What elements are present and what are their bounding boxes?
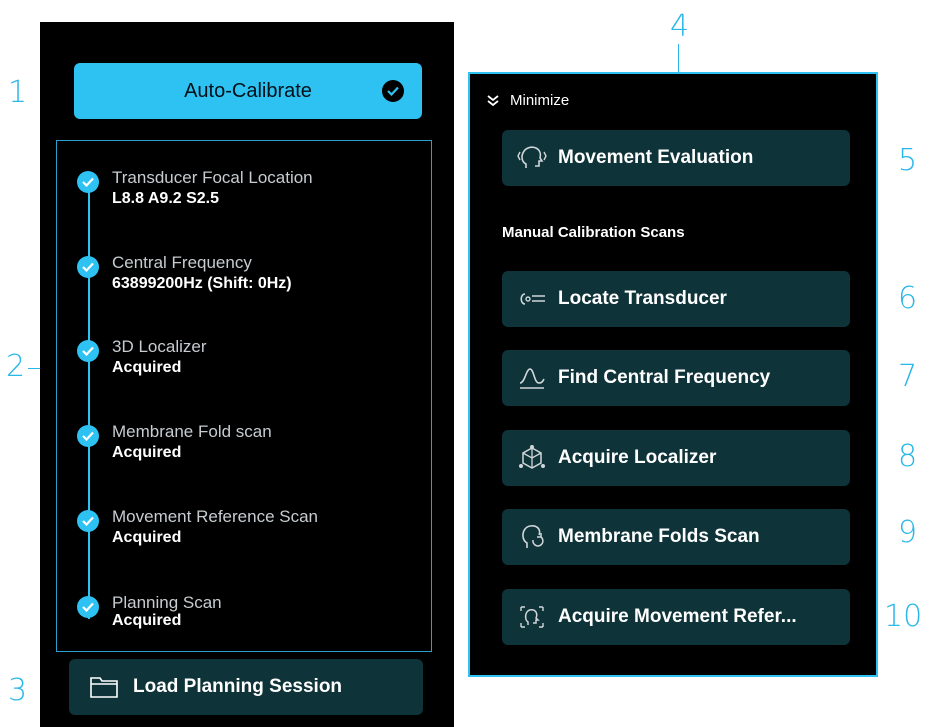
step-title: Membrane Fold scan: [112, 422, 272, 441]
timeline-line: [88, 179, 90, 619]
manual-calibration-scans-heading: Manual Calibration Scans: [502, 224, 685, 241]
auto-calibrate-label: Auto-Calibrate: [184, 79, 312, 102]
callout-4-line: [678, 44, 679, 72]
step-check-icon: [77, 425, 99, 447]
step-value: Acquired: [112, 529, 182, 546]
frequency-curve-icon: [512, 365, 552, 391]
callout-10: 10: [884, 599, 923, 634]
acquire-localizer-button[interactable]: Acquire Localizer: [502, 430, 850, 486]
head-motion-icon: [512, 144, 552, 172]
callout-3: 3: [8, 673, 28, 708]
callout-2: 2: [6, 349, 26, 384]
step-value: Acquired: [112, 444, 182, 461]
transducer-icon: [512, 290, 552, 308]
head-refresh-icon: [512, 523, 552, 551]
callout-5: 5: [898, 143, 918, 178]
minimize-label: Minimize: [510, 92, 570, 109]
find-central-frequency-button[interactable]: Find Central Frequency: [502, 350, 850, 406]
callout-7: 7: [898, 359, 918, 394]
callout-6: 6: [898, 281, 918, 316]
acquire-localizer-label: Acquire Localizer: [558, 447, 717, 468]
auto-calibration-panel: Auto-Calibrate Transducer Focal Location…: [40, 22, 454, 727]
locate-transducer-button[interactable]: Locate Transducer: [502, 271, 850, 327]
step-title: Planning Scan: [112, 593, 222, 612]
step-check-icon: [77, 171, 99, 193]
movement-evaluation-button[interactable]: Movement Evaluation: [502, 130, 850, 186]
membrane-folds-scan-button[interactable]: Membrane Folds Scan: [502, 509, 850, 565]
step-check-icon: [77, 340, 99, 362]
callout-4: 4: [670, 9, 690, 44]
manual-calibration-panel: Minimize Movement Evaluation Manual Cali…: [468, 72, 878, 677]
callout-8: 8: [898, 439, 918, 474]
auto-calibrate-button[interactable]: Auto-Calibrate: [74, 63, 422, 119]
step-value: Acquired: [112, 612, 182, 629]
step-check-icon: [77, 510, 99, 532]
calibration-steps-list: Transducer Focal Location L8.8 A9.2 S2.5…: [56, 140, 432, 652]
find-central-frequency-label: Find Central Frequency: [558, 367, 771, 388]
minimize-button[interactable]: Minimize: [486, 92, 569, 109]
step-value: Acquired: [112, 359, 182, 376]
check-circle-icon: [382, 80, 404, 102]
step-title: Central Frequency: [112, 253, 252, 272]
folder-icon: [90, 677, 118, 698]
step-value: L8.8 A9.2 S2.5: [112, 190, 220, 207]
cube-axes-icon: [512, 444, 552, 472]
step-check-icon: [77, 596, 99, 618]
step-title: Movement Reference Scan: [112, 507, 318, 526]
movement-evaluation-label: Movement Evaluation: [558, 147, 754, 168]
step-title: Transducer Focal Location: [112, 168, 313, 187]
double-chevron-down-icon: [487, 94, 499, 106]
membrane-folds-scan-label: Membrane Folds Scan: [558, 526, 760, 547]
step-title: 3D Localizer: [112, 337, 207, 356]
step-value: 63899200Hz (Shift: 0Hz): [112, 275, 292, 292]
load-planning-session-button[interactable]: Load Planning Session: [69, 659, 423, 715]
acquire-movement-reference-label: Acquire Movement Refer...: [558, 606, 797, 627]
acquire-movement-reference-button[interactable]: Acquire Movement Refer...: [502, 589, 850, 645]
locate-transducer-label: Locate Transducer: [558, 288, 727, 309]
head-frame-icon: [512, 603, 552, 631]
callout-9: 9: [898, 515, 918, 550]
step-check-icon: [77, 256, 99, 278]
callout-1: 1: [8, 75, 28, 110]
load-planning-session-label: Load Planning Session: [133, 676, 343, 697]
